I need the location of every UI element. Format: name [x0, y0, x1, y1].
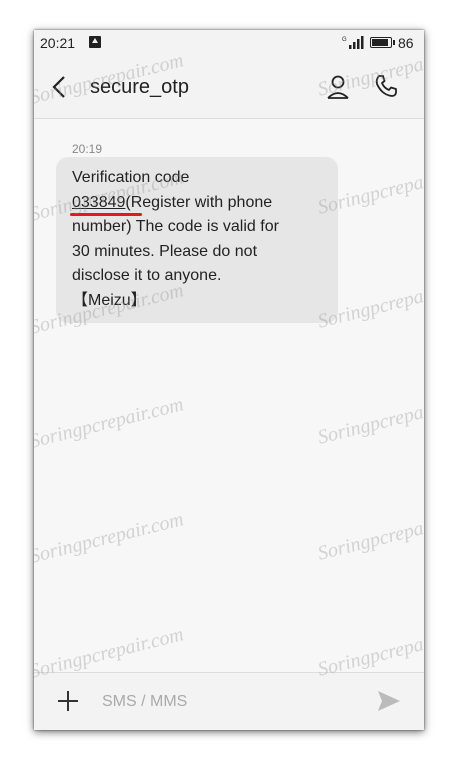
- battery-icon: [370, 37, 395, 48]
- chevron-left-icon[interactable]: [50, 74, 70, 100]
- message-thread: 20:19 Verification code 033849(Register …: [34, 118, 424, 672]
- status-time: 20:21: [40, 35, 76, 51]
- battery-level: 86: [398, 35, 414, 51]
- message-bubble[interactable]: Verification code 033849(Register with p…: [56, 157, 338, 323]
- conversation-title: secure_otp: [90, 76, 189, 98]
- phone-screen: 20:21 G 86 secure_otp 20:19 Verification…: [34, 30, 424, 730]
- app-bar: secure_otp: [34, 56, 424, 119]
- status-bar: 20:21 G 86: [34, 30, 424, 56]
- code-highlight-underline: [70, 213, 142, 216]
- message-composer: [34, 672, 424, 730]
- send-icon[interactable]: [376, 688, 402, 714]
- sms-input[interactable]: [102, 689, 362, 715]
- message-text: Verification code 033849(Register with p…: [72, 166, 322, 313]
- phone-icon[interactable]: [374, 74, 398, 98]
- upload-notification-icon: [89, 36, 101, 48]
- verification-code[interactable]: 033849: [72, 194, 125, 211]
- message-timestamp: 20:19: [72, 142, 103, 156]
- person-icon[interactable]: [326, 74, 350, 100]
- plus-icon[interactable]: [56, 689, 80, 713]
- message-line-1: Verification code: [72, 169, 190, 186]
- signal-icon: G: [342, 36, 364, 49]
- svg-text:G: G: [342, 37, 347, 43]
